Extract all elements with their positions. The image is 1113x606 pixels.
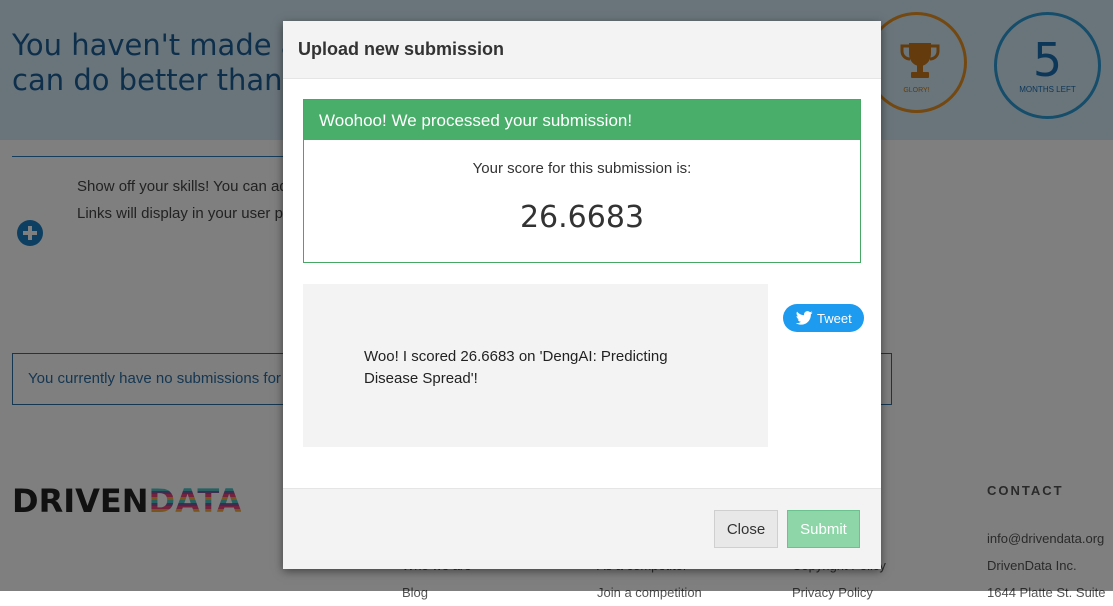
modal-header: Upload new submission xyxy=(283,21,881,79)
score-value: 26.6683 xyxy=(519,200,645,235)
tweet-button-label: Tweet xyxy=(817,311,852,326)
tweet-preview: Woo! I scored 26.6683 on 'DengAI: Predic… xyxy=(303,284,768,447)
submit-button[interactable]: Submit xyxy=(787,510,860,548)
close-button[interactable]: Close xyxy=(714,510,778,548)
submission-result-panel: Woohoo! We processed your submission! Yo… xyxy=(303,99,861,263)
twitter-bird-icon xyxy=(796,311,813,325)
success-banner: Woohoo! We processed your submission! xyxy=(304,100,860,140)
tweet-button[interactable]: Tweet xyxy=(783,304,864,332)
modal-title: Upload new submission xyxy=(298,39,505,59)
tweet-text: Woo! I scored 26.6683 on 'DengAI: Predic… xyxy=(364,348,668,387)
modal-footer: Close Submit xyxy=(283,488,881,569)
success-message: Woohoo! We processed your submission! xyxy=(319,111,633,130)
score-label: Your score for this submission is: xyxy=(472,160,692,177)
upload-submission-modal: Upload new submission Woohoo! We process… xyxy=(283,21,881,569)
